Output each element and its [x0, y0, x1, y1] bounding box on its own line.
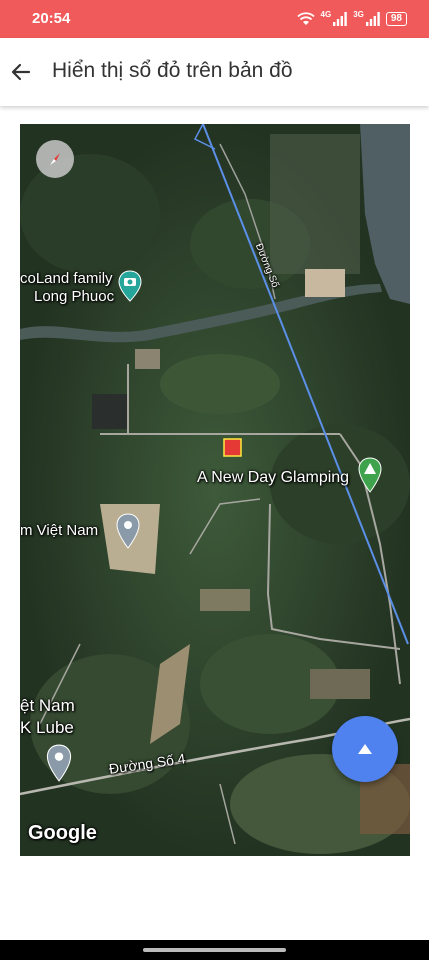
place-pin-icon[interactable]: [116, 513, 140, 549]
arrow-left-icon: [11, 63, 31, 81]
scroll-up-button[interactable]: [332, 716, 398, 782]
signal1-label: 4G: [320, 9, 332, 19]
poi-label-lube: K Lube: [20, 718, 74, 737]
compass-button[interactable]: [36, 140, 74, 178]
cell-signal-icon: [365, 12, 380, 26]
google-logo: Google: [28, 822, 97, 844]
cell-signal-icon: [333, 12, 348, 26]
poi-label-ecoland: coLand family: [20, 270, 113, 287]
poi-label-long-phuoc: Long Phuoc: [34, 288, 115, 305]
poi-label-viet-nam-2: ệt Nam: [20, 696, 75, 715]
status-bar: 20:54 4G 3G 98: [0, 0, 429, 38]
wifi-icon: [296, 12, 315, 25]
signal2-label: 3G: [353, 9, 364, 19]
place-pin-icon[interactable]: [46, 744, 72, 782]
status-icons: 4G 3G 98: [296, 9, 407, 28]
camera-pin-icon[interactable]: [118, 270, 142, 302]
poi-label-glamping: A New Day Glamping: [197, 469, 350, 486]
home-handle[interactable]: [143, 948, 286, 952]
poi-label-viet-nam: m Việt Nam: [20, 522, 99, 539]
app-bar: Hiển thị sổ đỏ trên bản đồ: [0, 38, 429, 106]
compass-icon: [50, 153, 60, 165]
triangle-up-icon: [358, 744, 372, 754]
back-button[interactable]: [8, 59, 34, 85]
campground-pin-icon[interactable]: [358, 457, 382, 493]
page-title: Hiển thị sổ đỏ trên bản đồ: [52, 59, 293, 82]
highlighted-parcel[interactable]: [223, 438, 242, 457]
status-time: 20:54: [32, 10, 71, 27]
battery-icon: 98: [385, 12, 407, 26]
